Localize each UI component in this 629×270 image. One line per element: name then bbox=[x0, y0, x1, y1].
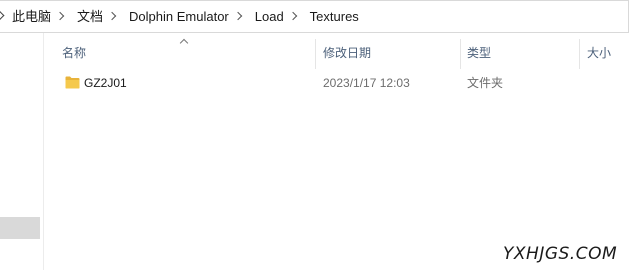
breadcrumb-dolphin-emulator[interactable]: Dolphin Emulator bbox=[123, 0, 229, 33]
breadcrumb-documents[interactable]: 文档 bbox=[71, 0, 103, 33]
file-date-modified: 2023/1/17 12:03 bbox=[323, 76, 410, 90]
column-divider[interactable] bbox=[460, 39, 461, 69]
chevron-right-icon[interactable] bbox=[51, 0, 71, 33]
column-header-type[interactable]: 类型 bbox=[467, 45, 491, 61]
column-header-name[interactable]: 名称 bbox=[62, 45, 86, 61]
file-name[interactable]: GZ2J01 bbox=[84, 75, 127, 91]
address-bar[interactable]: 此电脑 文档 Dolphin Emulator Load Textures bbox=[0, 0, 629, 33]
navigation-pane[interactable] bbox=[0, 33, 44, 270]
sort-ascending-icon bbox=[180, 38, 188, 46]
folder-icon bbox=[65, 75, 80, 89]
column-header-date-modified[interactable]: 修改日期 bbox=[323, 45, 371, 61]
site-watermark: YXHJGS.COM bbox=[503, 244, 618, 264]
breadcrumb-load[interactable]: Load bbox=[249, 0, 284, 33]
column-divider[interactable] bbox=[579, 39, 580, 69]
file-type: 文件夹 bbox=[467, 76, 504, 90]
chevron-right-icon[interactable] bbox=[229, 0, 249, 33]
file-row[interactable]: GZ2J01 2023/1/17 12:03 文件夹 bbox=[56, 72, 629, 94]
nav-selected-item[interactable] bbox=[0, 217, 40, 239]
column-header-size[interactable]: 大小 bbox=[587, 45, 611, 61]
chevron-right-icon[interactable] bbox=[103, 0, 123, 33]
column-divider[interactable] bbox=[315, 39, 316, 69]
breadcrumb-this-pc[interactable]: 此电脑 bbox=[7, 0, 51, 33]
breadcrumb-textures[interactable]: Textures bbox=[304, 0, 359, 33]
breadcrumb-overflow-chevron-icon[interactable] bbox=[0, 0, 7, 33]
chevron-right-icon[interactable] bbox=[284, 0, 304, 33]
